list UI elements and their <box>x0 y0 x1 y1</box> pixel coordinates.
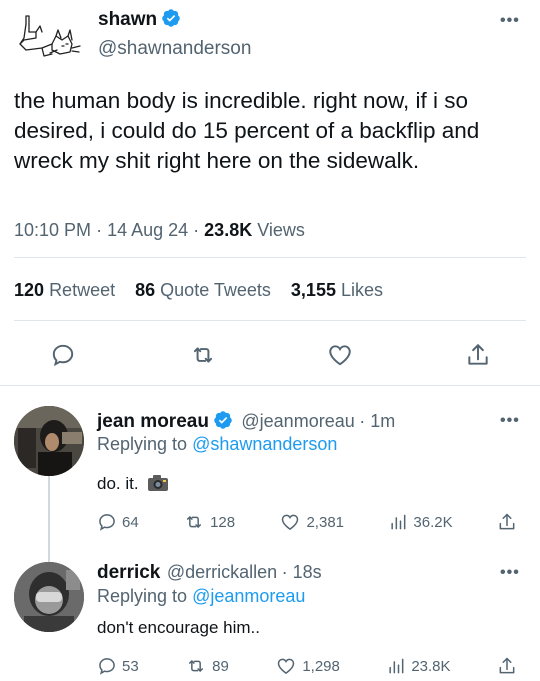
more-options-icon[interactable]: ••• <box>500 12 520 30</box>
author-handle[interactable]: @shawnanderson <box>98 38 251 60</box>
tweet-text: the human body is incredible. right now,… <box>14 88 480 173</box>
reply-button[interactable]: 64 <box>97 512 139 532</box>
jean-moreau-avatar[interactable] <box>14 406 84 476</box>
replying-prefix: Replying to <box>97 434 188 454</box>
views-count: 23.8K <box>204 220 253 240</box>
derrick-avatar[interactable] <box>14 562 84 632</box>
views-chart-icon <box>391 514 406 530</box>
like-button[interactable] <box>325 340 355 370</box>
reply-count: 64 <box>122 513 139 531</box>
replying-to-link[interactable]: @shawnanderson <box>192 434 337 454</box>
quotes-count: 86 <box>135 280 156 300</box>
divider <box>14 320 526 321</box>
share-icon <box>499 657 515 674</box>
quotes-stat[interactable]: 86 Quote Tweets <box>135 280 271 300</box>
retweet-button[interactable]: 89 <box>185 656 229 676</box>
reply-time[interactable]: 1m <box>370 411 395 431</box>
reply-2-header: derrick @derrickallen · 18s <box>97 562 322 584</box>
camera-emoji-icon <box>147 474 169 497</box>
retweet-icon <box>189 660 204 672</box>
tweet-stats: 120 Retweet 86 Quote Tweets 3,155 Likes <box>14 280 383 301</box>
sketch-cat-avatar-icon <box>19 15 81 57</box>
like-count: 2,381 <box>306 513 345 531</box>
share-icon <box>499 513 515 530</box>
replying-prefix: Replying to <box>97 586 188 606</box>
tweet-time[interactable]: 10:10 PM <box>14 220 91 240</box>
retweets-label: Retweet <box>49 280 116 300</box>
views-button[interactable]: 36.2K <box>388 512 453 532</box>
replying-to-line: Replying to @shawnanderson <box>97 434 337 455</box>
retweets-count: 120 <box>14 280 45 300</box>
views-chart-icon <box>389 658 404 674</box>
likes-stat[interactable]: 3,155 Likes <box>291 280 383 300</box>
more-options-icon[interactable]: ••• <box>500 412 520 430</box>
retweet-count: 89 <box>212 657 229 675</box>
retweets-stat[interactable]: 120 Retweet <box>14 280 115 300</box>
share-button[interactable] <box>497 656 517 676</box>
more-options-icon[interactable]: ••• <box>500 564 520 582</box>
profile-photo-icon <box>14 406 84 476</box>
reply-text-row: do. it. <box>97 474 169 497</box>
like-button[interactable]: 1,298 <box>275 656 340 676</box>
reply-text: don't encourage him.. <box>97 618 260 637</box>
tweet-meta: 10:10 PM · 14 Aug 24 · 23.8K Views <box>14 220 305 241</box>
views-count: 36.2K <box>413 513 453 531</box>
meta-separator: · <box>193 220 205 240</box>
retweet-button[interactable] <box>188 340 218 370</box>
quotes-label: Quote Tweets <box>160 280 271 300</box>
reply-button[interactable]: 53 <box>97 656 139 676</box>
reply-author-name[interactable]: derrick <box>97 562 160 583</box>
reply-count: 53 <box>122 657 139 675</box>
likes-count: 3,155 <box>290 280 336 300</box>
reply-icon <box>99 514 115 531</box>
verified-badge-icon <box>213 410 233 435</box>
heart-icon <box>282 514 299 530</box>
verified-badge-icon <box>161 8 181 33</box>
retweet-icon <box>187 516 202 528</box>
time-separator: · <box>359 411 371 431</box>
reply-icon <box>52 344 74 367</box>
reply-icon <box>99 658 115 675</box>
like-count: 1,298 <box>302 657 340 675</box>
shawn-avatar[interactable] <box>12 10 86 70</box>
heart-icon <box>329 345 351 366</box>
reply-2-actions: 53 89 1,298 23.8K <box>97 656 517 676</box>
reply-author-handle[interactable]: @derrickallen <box>167 562 277 582</box>
views-button[interactable]: 23.8K <box>386 656 451 676</box>
reply-1-actions: 64 128 2,381 36.2K <box>97 512 517 532</box>
time-separator: · <box>281 562 293 582</box>
views-count: 23.8K <box>411 657 451 675</box>
replying-to-link[interactable]: @jeanmoreau <box>192 586 305 606</box>
share-button[interactable] <box>463 340 493 370</box>
reply-time[interactable]: 18s <box>293 562 322 582</box>
author-name[interactable]: shawn <box>98 9 157 30</box>
views-label: Views <box>257 220 305 240</box>
retweet-icon <box>193 347 213 363</box>
tweet-date[interactable]: 14 Aug 24 <box>107 220 188 240</box>
reply-1-header: jean moreau @jeanmoreau · 1m <box>97 410 395 435</box>
retweet-count: 128 <box>210 513 236 531</box>
reply-text: do. it. <box>97 474 139 493</box>
meta-separator: · <box>96 220 108 240</box>
reply-button[interactable] <box>48 340 78 370</box>
replying-to-line: Replying to @jeanmoreau <box>97 586 305 607</box>
divider <box>0 385 540 386</box>
likes-label: Likes <box>340 280 384 300</box>
main-tweet-header: shawn <box>98 8 181 33</box>
share-icon <box>468 344 488 365</box>
divider <box>14 257 526 258</box>
heart-icon <box>278 658 295 674</box>
reply-author-name[interactable]: jean moreau <box>97 411 209 432</box>
retweet-button[interactable]: 128 <box>183 512 235 532</box>
thread-line <box>48 476 50 562</box>
share-button[interactable] <box>497 512 517 532</box>
profile-photo-icon <box>14 562 84 632</box>
like-button[interactable]: 2,381 <box>279 512 344 532</box>
reply-author-handle[interactable]: @jeanmoreau <box>241 411 354 431</box>
